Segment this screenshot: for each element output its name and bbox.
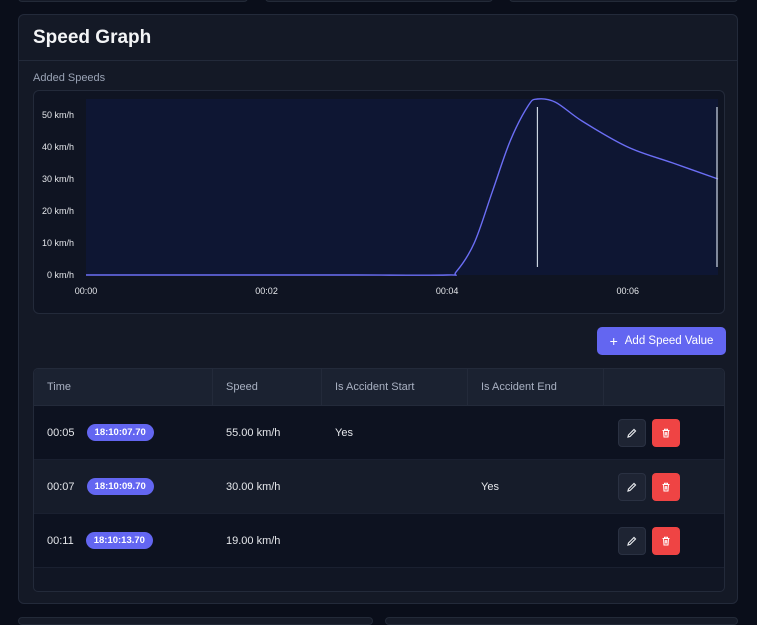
x-tick-label: 00:06 (616, 286, 639, 296)
cell-actions (604, 406, 724, 459)
y-tick-label: 10 km/h (42, 238, 74, 248)
speed-chart: 0 km/h 10 km/h 20 km/h 30 km/h 40 km/h 50 km/… (33, 90, 725, 314)
card-title: Speed Graph (19, 15, 737, 61)
cell-accident-start (322, 460, 468, 513)
cell-actions (604, 514, 724, 567)
header-speed: Speed (213, 369, 322, 405)
header-accident-end: Is Accident End (468, 369, 604, 405)
cell-time: 00:07 18:10:09.70 (34, 460, 213, 513)
pencil-icon (626, 481, 638, 493)
cell-accident-end (468, 514, 604, 567)
cell-speed: 55.00 km/h (213, 406, 322, 459)
cell-time: 00:05 18:10:07.70 (34, 406, 213, 459)
table-header: Time Speed Is Accident Start Is Accident… (34, 369, 724, 406)
top-card-edges (0, 0, 757, 4)
header-accident-start: Is Accident Start (322, 369, 468, 405)
chart-svg: 0 km/h 10 km/h 20 km/h 30 km/h 40 km/h 50 km/… (34, 91, 726, 315)
card-edge (18, 617, 373, 625)
speed-graph-card: Speed Graph Added Speeds 0 km/h 10 km/h 20… (18, 14, 738, 604)
cell-actions (604, 460, 724, 513)
y-tick-label: 20 km/h (42, 206, 74, 216)
add-speed-value-label: Add Speed Value (625, 335, 714, 347)
x-tick-label: 00:02 (255, 286, 278, 296)
trash-icon (660, 481, 672, 493)
edit-button[interactable] (618, 527, 646, 555)
delete-button[interactable] (652, 419, 680, 447)
timestamp-badge: 18:10:07.70 (87, 424, 154, 441)
plus-icon: + (610, 334, 618, 348)
table-row: 00:05 18:10:07.70 55.00 km/h Yes (34, 406, 724, 460)
timestamp-badge: 18:10:13.70 (86, 532, 153, 549)
cell-accident-end: Yes (468, 460, 604, 513)
x-tick-label: 00:00 (75, 286, 98, 296)
timestamp-badge: 18:10:09.70 (87, 478, 154, 495)
trash-icon (660, 427, 672, 439)
speed-table: Time Speed Is Accident Start Is Accident… (33, 368, 725, 592)
cell-speed: 30.00 km/h (213, 460, 322, 513)
card-edge (509, 0, 738, 2)
card-edge (265, 0, 493, 2)
cell-accident-start (322, 514, 468, 567)
cell-accident-end (468, 406, 604, 459)
time-value: 00:05 (47, 427, 75, 439)
trash-icon (660, 535, 672, 547)
time-value: 00:07 (47, 481, 75, 493)
table-row: 00:07 18:10:09.70 30.00 km/h Yes (34, 460, 724, 514)
cell-time: 00:11 18:10:13.70 (34, 514, 213, 567)
header-actions (604, 369, 724, 405)
edit-button[interactable] (618, 473, 646, 501)
delete-button[interactable] (652, 473, 680, 501)
pencil-icon (626, 535, 638, 547)
header-time: Time (34, 369, 213, 405)
y-tick-label: 40 km/h (42, 142, 74, 152)
x-tick-label: 00:04 (436, 286, 459, 296)
cell-speed: 19.00 km/h (213, 514, 322, 567)
section-label: Added Speeds (33, 72, 105, 84)
table-row: 00:11 18:10:13.70 19.00 km/h (34, 514, 724, 568)
edit-button[interactable] (618, 419, 646, 447)
cell-accident-start: Yes (322, 406, 468, 459)
delete-button[interactable] (652, 527, 680, 555)
y-tick-label: 30 km/h (42, 174, 74, 184)
card-edge (385, 617, 738, 625)
plot-area (86, 99, 718, 275)
pencil-icon (626, 427, 638, 439)
bottom-card-edges (0, 615, 757, 619)
card-edge (18, 0, 248, 2)
y-tick-label: 0 km/h (47, 270, 74, 280)
y-tick-label: 50 km/h (42, 110, 74, 120)
time-value: 00:11 (47, 535, 74, 547)
add-speed-value-button[interactable]: + Add Speed Value (597, 327, 726, 355)
